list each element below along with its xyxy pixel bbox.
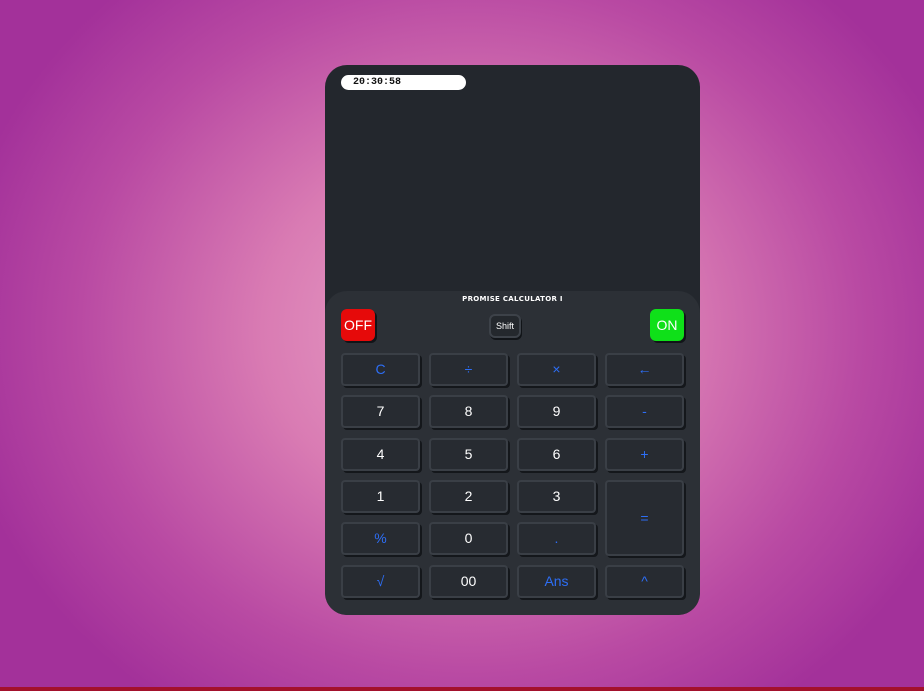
shift-button[interactable]: Shift	[489, 314, 521, 338]
divide-key[interactable]: ÷	[429, 353, 508, 386]
brand-label: PROMISE CALCULATOR I	[462, 295, 563, 303]
power-key[interactable]: ^	[605, 565, 684, 598]
digit-5-key[interactable]: 5	[429, 438, 508, 471]
bottom-bar	[0, 687, 924, 691]
plus-key[interactable]: +	[605, 438, 684, 471]
digit-7-key[interactable]: 7	[341, 395, 420, 428]
backspace-key[interactable]: ←	[605, 353, 684, 386]
keypad: PROMISE CALCULATOR I OFF Shift ON C ÷ × …	[325, 291, 700, 615]
equals-key[interactable]: =	[605, 480, 684, 556]
digit-9-key[interactable]: 9	[517, 395, 596, 428]
double-zero-key[interactable]: 00	[429, 565, 508, 598]
minus-key[interactable]: -	[605, 395, 684, 428]
digit-8-key[interactable]: 8	[429, 395, 508, 428]
sqrt-key[interactable]: √	[341, 565, 420, 598]
clock-display: 20:30:58	[341, 75, 466, 90]
digit-1-key[interactable]: 1	[341, 480, 420, 513]
digit-0-key[interactable]: 0	[429, 522, 508, 555]
digit-3-key[interactable]: 3	[517, 480, 596, 513]
ans-key[interactable]: Ans	[517, 565, 596, 598]
on-button[interactable]: ON	[650, 309, 684, 341]
decimal-key[interactable]: .	[517, 522, 596, 555]
clear-key[interactable]: C	[341, 353, 420, 386]
multiply-key[interactable]: ×	[517, 353, 596, 386]
calculator-display	[325, 95, 700, 290]
digit-6-key[interactable]: 6	[517, 438, 596, 471]
digit-2-key[interactable]: 2	[429, 480, 508, 513]
off-button[interactable]: OFF	[341, 309, 375, 341]
calculator: 20:30:58 PROMISE CALCULATOR I OFF Shift …	[325, 65, 700, 615]
digit-4-key[interactable]: 4	[341, 438, 420, 471]
percent-key[interactable]: %	[341, 522, 420, 555]
